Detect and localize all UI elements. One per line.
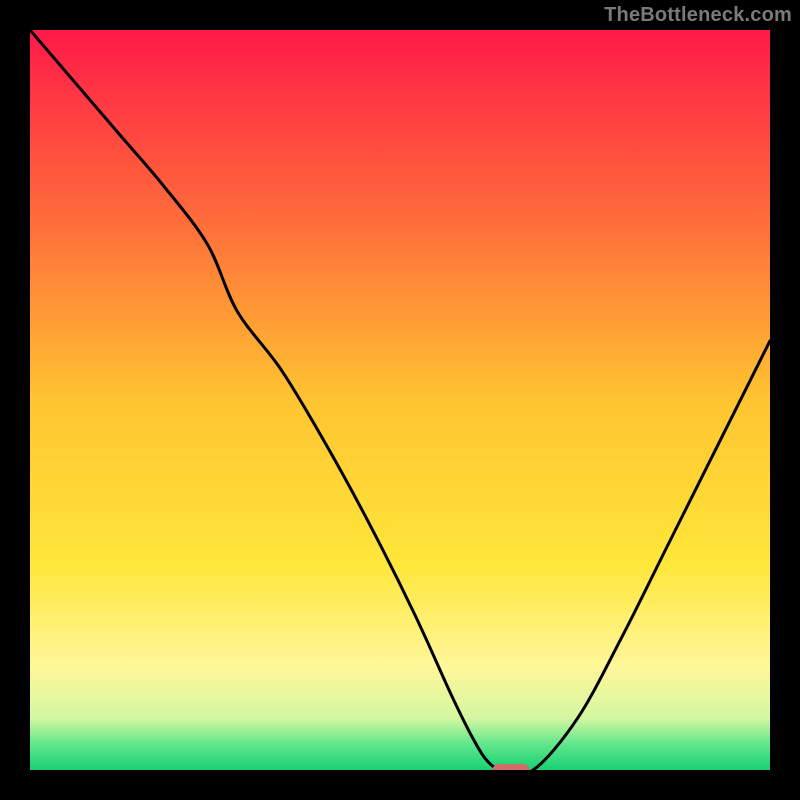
plot-area [30,30,770,770]
watermark-label: TheBottleneck.com [604,4,792,27]
optimal-marker [493,764,530,770]
gradient-background [30,30,770,770]
chart-frame: TheBottleneck.com [0,0,800,800]
bottleneck-chart [30,30,770,770]
